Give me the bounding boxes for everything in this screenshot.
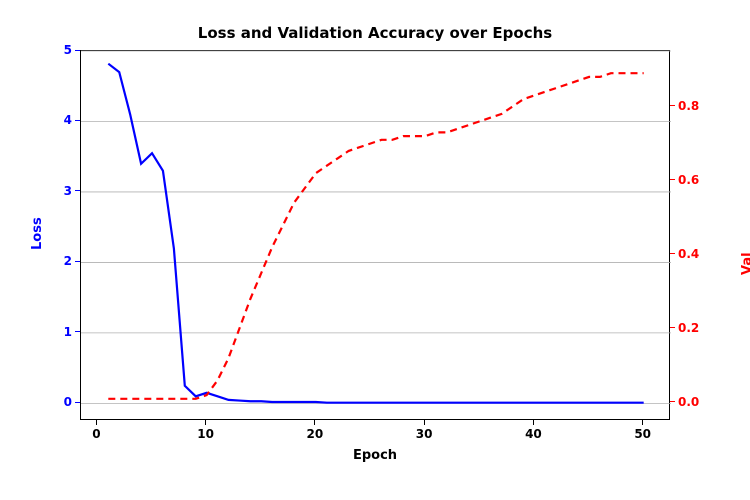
yl-tick-label: 5 [64,43,72,57]
plot-area [80,50,670,420]
x-tick-label: 50 [634,427,651,441]
yr-tick-label: 0.6 [678,173,699,187]
yr-tick-label: 0.8 [678,99,699,113]
x-tick [533,420,534,425]
yr-tick-label: 0.4 [678,247,699,261]
x-tick [205,420,206,425]
yr-tick [670,105,675,106]
x-axis-label: Epoch [80,448,670,463]
yl-tick-label: 0 [64,395,72,409]
x-tick-label: 20 [307,427,324,441]
x-tick-label: 10 [197,427,214,441]
yr-tick-label: 0.2 [678,321,699,335]
val-accuracy-line [108,73,643,399]
chart-title: Loss and Validation Accuracy over Epochs [0,24,750,42]
yr-tick [670,401,675,402]
yl-tick [75,120,80,121]
x-tick-label: 40 [525,427,542,441]
yl-tick-label: 2 [64,254,72,268]
x-tick [96,420,97,425]
yl-tick-label: 4 [64,113,72,127]
yl-tick [75,402,80,403]
yl-tick-label: 1 [64,325,72,339]
yl-tick-label: 3 [64,184,72,198]
y-right-axis-label: Val Accuracy [740,209,750,275]
loss-line [108,64,643,403]
x-tick [314,420,315,425]
yr-tick [670,253,675,254]
yl-tick [75,50,80,51]
yr-tick-label: 0.0 [678,395,699,409]
chart-figure: Loss and Validation Accuracy over Epochs… [0,0,750,500]
yl-tick [75,190,80,191]
yr-tick [670,327,675,328]
y-left-axis-label: Loss [30,217,45,250]
x-tick-label: 0 [92,427,100,441]
x-tick-label: 30 [416,427,433,441]
yl-tick [75,261,80,262]
x-tick [642,420,643,425]
yl-tick [75,331,80,332]
plot-svg [81,51,671,421]
x-tick [424,420,425,425]
yr-tick [670,179,675,180]
